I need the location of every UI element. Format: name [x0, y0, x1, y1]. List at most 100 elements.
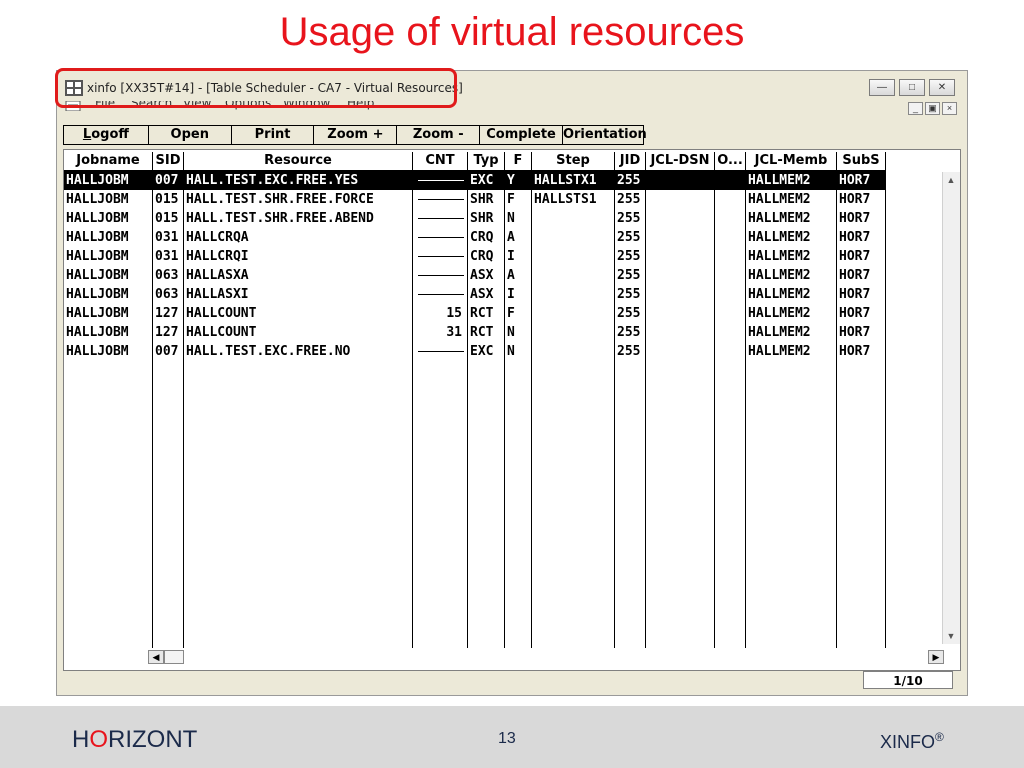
column-divider: [745, 152, 746, 648]
column-divider: [467, 152, 468, 648]
cell-f: F: [507, 192, 515, 207]
close-icon[interactable]: ✕: [929, 79, 955, 96]
zoom-out-button[interactable]: Zoom -: [396, 125, 481, 145]
cell-f: N: [507, 344, 515, 359]
print-button[interactable]: Print: [230, 125, 315, 145]
mdi-restore-icon[interactable]: ▣: [925, 102, 940, 115]
cell-jcl-dsn: [648, 266, 714, 285]
scroll-up-icon[interactable]: ▲: [943, 172, 959, 188]
table-row[interactable]: HALLJOBM 015 HALL.TEST.SHR.FREE.ABEND SHR N 2…: [64, 209, 886, 228]
cell-jobname: HALLJOBM: [66, 268, 129, 283]
cell-typ: CRQ: [470, 230, 494, 245]
cell-o: [717, 266, 745, 285]
column-divider: [531, 152, 532, 648]
logoff-button[interactable]: Logoff: [63, 125, 149, 145]
cell-jcl-dsn: [648, 323, 714, 342]
cell-cnt: 15: [446, 306, 462, 321]
open-button[interactable]: Open: [147, 125, 232, 145]
cell-jcl-memb: HALLMEM2: [748, 173, 811, 188]
cell-typ: CRQ: [470, 249, 494, 264]
cell-jcl-dsn: [648, 247, 714, 266]
cell-typ: EXC: [470, 173, 494, 188]
vertical-scrollbar[interactable]: ▲ ▼: [942, 172, 960, 644]
product-name: XINFO®: [880, 730, 944, 753]
cell-resource: HALLCOUNT: [186, 325, 257, 340]
column-header-jcl-memb[interactable]: JCL-Memb: [746, 152, 836, 170]
column-header-jobname[interactable]: Jobname: [64, 152, 152, 170]
highlight-box: [55, 68, 457, 108]
scroll-down-icon[interactable]: ▼: [943, 628, 959, 644]
table-row[interactable]: HALLJOBM 063 HALLASXI ASX I 255 HALLMEM2 HOR7: [64, 285, 886, 304]
cell-sid: 031: [155, 230, 179, 245]
cell-resource: HALLCRQA: [186, 230, 249, 245]
complete-button[interactable]: Complete: [479, 125, 563, 145]
cell-step: [534, 285, 614, 304]
column-header-cnt[interactable]: CNT: [413, 152, 467, 170]
table-row[interactable]: HALLJOBM 007 HALL.TEST.EXC.FREE.YES EXC Y HAL…: [64, 171, 886, 190]
cell-subs: HOR7: [839, 211, 871, 226]
cell-sid: 127: [155, 306, 179, 321]
page-indicator: 1/10: [863, 671, 953, 689]
cell-jcl-memb: HALLMEM2: [748, 230, 811, 245]
cell-resource: HALL.TEST.EXC.FREE.YES: [186, 173, 359, 188]
cell-jcl-memb: HALLMEM2: [748, 192, 811, 207]
column-divider: [412, 152, 413, 648]
column-divider: [836, 152, 837, 648]
cell-resource: HALLCRQI: [186, 249, 249, 264]
zoom-in-button[interactable]: Zoom +: [313, 125, 398, 145]
empty-count-line: [418, 237, 464, 238]
cell-f: A: [507, 268, 515, 283]
scroll-thumb[interactable]: [164, 650, 184, 664]
column-header-resource[interactable]: Resource: [184, 152, 412, 170]
cell-subs: HOR7: [839, 306, 871, 321]
cell-subs: HOR7: [839, 249, 871, 264]
empty-count-line: [418, 275, 464, 276]
table-header: Jobname SID Resource CNT Typ F Step JID …: [64, 152, 894, 170]
maximize-icon[interactable]: □: [899, 79, 925, 96]
empty-count-line: [418, 218, 464, 219]
table-row[interactable]: HALLJOBM 063 HALLASXA ASX A 255 HALLMEM2 HOR7: [64, 266, 886, 285]
minimize-icon[interactable]: —: [869, 79, 895, 96]
table-row[interactable]: HALLJOBM 127 HALLCOUNT 31 RCT N 255 HALLMEM2 HOR…: [64, 323, 886, 342]
cell-sid: 007: [155, 173, 179, 188]
cell-o: [717, 228, 745, 247]
column-header-jcl-dsn[interactable]: JCL-DSN: [646, 152, 714, 170]
cell-resource: HALLASXA: [186, 268, 249, 283]
cell-jcl-memb: HALLMEM2: [748, 211, 811, 226]
cell-typ: SHR: [470, 211, 494, 226]
column-header-o[interactable]: O...: [715, 152, 745, 170]
cell-step: HALLSTS1: [534, 192, 597, 207]
table-row[interactable]: HALLJOBM 031 HALLCRQI CRQ I 255 HALLMEM2 HOR7: [64, 247, 886, 266]
column-header-jid[interactable]: JID: [615, 152, 645, 170]
cell-jid: 255: [617, 211, 641, 226]
horizontal-scrollbar[interactable]: ◀ ▶: [148, 650, 944, 666]
cell-jid: 255: [617, 325, 641, 340]
slide-footer: HORIZONT 13 XINFO®: [0, 706, 1024, 768]
mdi-close-icon[interactable]: ×: [942, 102, 957, 115]
column-header-step[interactable]: Step: [532, 152, 614, 170]
orientation-button[interactable]: Orientation: [561, 125, 647, 145]
cell-jid: 255: [617, 306, 641, 321]
cell-typ: RCT: [470, 325, 494, 340]
scroll-left-icon[interactable]: ◀: [148, 650, 164, 664]
logoff-label-rest: ogoff: [91, 127, 129, 142]
table-row[interactable]: HALLJOBM 007 HALL.TEST.EXC.FREE.NO EXC N 255 H…: [64, 342, 886, 361]
cell-subs: HOR7: [839, 287, 871, 302]
table-row[interactable]: HALLJOBM 127 HALLCOUNT 15 RCT F 255 HALLMEM2 HOR…: [64, 304, 886, 323]
column-header-subs[interactable]: SubS: [837, 152, 885, 170]
cell-f: N: [507, 325, 515, 340]
table-row[interactable]: HALLJOBM 015 HALL.TEST.SHR.FREE.FORCE SHR F H…: [64, 190, 886, 209]
table-row[interactable]: HALLJOBM 031 HALLCRQA CRQ A 255 HALLMEM2 HOR7: [64, 228, 886, 247]
scroll-right-icon[interactable]: ▶: [928, 650, 944, 664]
cell-subs: HOR7: [839, 325, 871, 340]
column-divider: [152, 152, 153, 648]
cell-f: A: [507, 230, 515, 245]
brand-o: O: [89, 726, 109, 753]
column-header-sid[interactable]: SID: [153, 152, 183, 170]
mdi-minimize-icon[interactable]: _: [908, 102, 923, 115]
cell-jcl-dsn: [648, 209, 714, 228]
cell-resource: HALLCOUNT: [186, 306, 257, 321]
column-divider: [645, 152, 646, 648]
column-header-typ[interactable]: Typ: [468, 152, 504, 170]
column-header-f[interactable]: F: [505, 152, 531, 170]
